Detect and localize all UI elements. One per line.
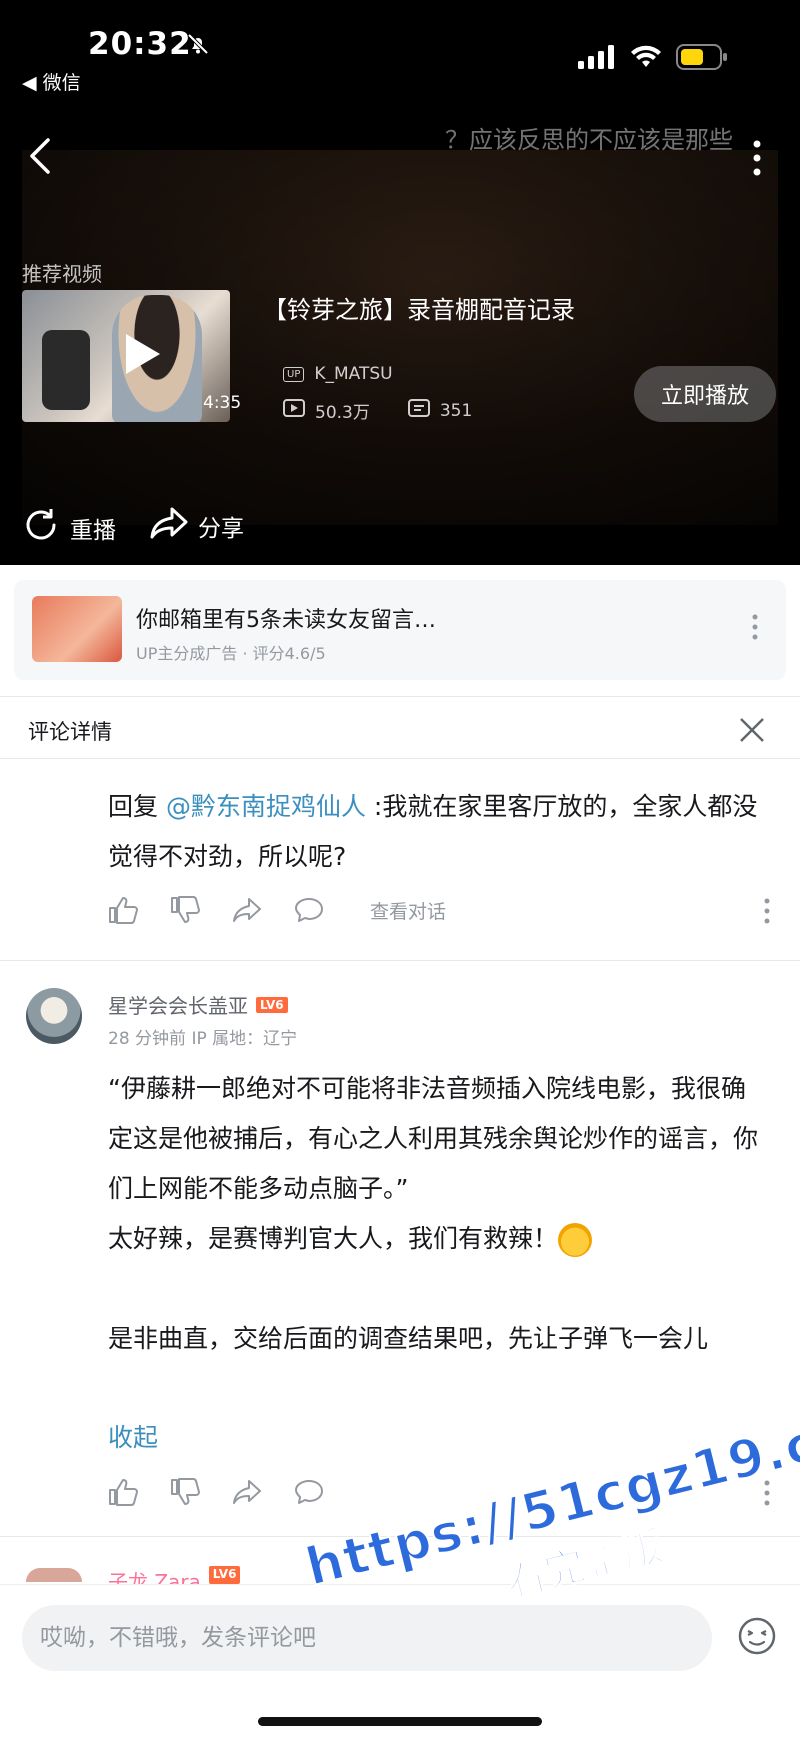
- ad-subtitle: UP主分成广告 · 评分4.6/5: [136, 644, 326, 663]
- comment-author[interactable]: 星学会会长盖亚 LV6: [108, 990, 288, 1019]
- back-chevron-icon[interactable]: [28, 136, 52, 180]
- level-badge: LV6: [256, 996, 288, 1013]
- divider: [0, 696, 800, 697]
- level-badge: LV6: [208, 1566, 241, 1584]
- reply-actions: 查看对话: [108, 896, 446, 924]
- views-icon: [283, 399, 305, 422]
- username: 子龙 Zara: [108, 1570, 201, 1584]
- panel-title: 评论详情: [28, 720, 112, 744]
- avatar[interactable]: [26, 988, 82, 1044]
- ad-thumbnail: [32, 596, 122, 662]
- username: 星学会会长盖亚: [108, 994, 248, 1018]
- share-button[interactable]: 分享: [150, 506, 244, 546]
- comment-line: 是非曲直，交给后面的调查结果吧，先让子弹飞一会儿: [108, 1324, 709, 1353]
- share-label: 分享: [198, 516, 244, 542]
- uploader-name: K_MATSU: [314, 364, 393, 384]
- battery-icon: [676, 44, 728, 74]
- crying-emoji-icon: [558, 1223, 593, 1257]
- more-vertical-icon[interactable]: [752, 140, 762, 180]
- comment-icon[interactable]: [294, 1479, 324, 1505]
- danmaku-icon: [407, 399, 430, 422]
- comment-meta: 28 分钟前 IP 属地：辽宁: [108, 1029, 298, 1049]
- comment-line: 太好辣，是赛博判官大人，我们有救辣！: [108, 1214, 764, 1264]
- status-icons: [578, 44, 728, 74]
- danmaku-count: 351: [439, 400, 473, 421]
- mention-link[interactable]: @黔东南捉鸡仙人: [166, 792, 366, 821]
- cellular-signal-icon: [578, 45, 616, 73]
- divider: [0, 1536, 800, 1537]
- mute-bell-icon: [186, 32, 210, 60]
- wifi-icon: [630, 45, 662, 73]
- view-conversation-link[interactable]: 查看对话: [370, 897, 446, 924]
- comment-icon[interactable]: [294, 897, 324, 923]
- share-icon: [150, 506, 188, 546]
- share-icon[interactable]: [232, 897, 262, 923]
- next-comment-author[interactable]: 子龙 Zara LV6: [108, 1566, 241, 1584]
- like-icon[interactable]: [108, 1478, 138, 1506]
- comment-actions: [108, 1478, 356, 1506]
- recommended-uploader[interactable]: UP K_MATSU: [283, 364, 393, 384]
- comment-body: “伊藤耕一郎绝对不可能将非法音频插入院线电影，我很确定这是他被捕后，有心之人利用…: [108, 1064, 764, 1364]
- replay-label: 重播: [70, 518, 116, 544]
- video-player-area: 20:32 ◀ 微信 ？应该反思的不应该是那些 推荐视频 4:35 【铃芽之旅】…: [0, 0, 800, 565]
- ad-title: 你邮箱里有5条未读女友留言…: [136, 608, 436, 633]
- replay-button[interactable]: 重播: [22, 506, 116, 550]
- recommend-label: 推荐视频: [22, 262, 102, 286]
- collapse-link[interactable]: 收起: [108, 1418, 158, 1454]
- ad-card[interactable]: 你邮箱里有5条未读女友留言… UP主分成广告 · 评分4.6/5: [14, 580, 786, 680]
- home-indicator[interactable]: [258, 1717, 542, 1726]
- recommended-title[interactable]: 【铃芽之旅】录音棚配音记录: [263, 290, 575, 325]
- status-time: 20:32: [88, 26, 192, 62]
- divider: [0, 758, 800, 759]
- comment-input[interactable]: [22, 1605, 712, 1671]
- like-icon[interactable]: [108, 896, 138, 924]
- play-now-button[interactable]: 立即播放: [634, 366, 776, 422]
- watermark-url: https://51cgz19.com: [299, 1390, 800, 1599]
- share-icon[interactable]: [232, 1479, 262, 1505]
- up-badge-icon: UP: [283, 366, 305, 382]
- dislike-icon[interactable]: [170, 896, 200, 924]
- avatar[interactable]: [26, 1568, 82, 1582]
- emoji-icon[interactable]: [737, 1616, 777, 1660]
- divider: [0, 960, 800, 961]
- comment-line-text: 太好辣，是赛博判官大人，我们有救辣！: [108, 1224, 559, 1253]
- views-count: 50.3万: [315, 403, 370, 423]
- video-overlay-title: ？应该反思的不应该是那些: [445, 126, 733, 154]
- comment-input-bar: [0, 1584, 800, 1739]
- comment-line: “伊藤耕一郎绝对不可能将非法音频插入院线电影，我很确定这是他被捕后，有心之人利用…: [108, 1074, 759, 1203]
- ad-more-icon[interactable]: [752, 614, 758, 644]
- reply-prefix: 回复: [108, 792, 166, 821]
- reply-text: 回复 @黔东南捉鸡仙人 :我就在家里客厅放的，全家人都没觉得不对劲，所以呢?: [108, 782, 758, 882]
- back-to-wechat-link[interactable]: ◀ 微信: [22, 68, 81, 95]
- comment-more-icon[interactable]: [764, 1480, 770, 1510]
- replay-icon: [22, 506, 60, 550]
- close-icon[interactable]: [738, 716, 766, 748]
- reply-more-icon[interactable]: [764, 898, 770, 928]
- recommended-duration: 4:35: [203, 393, 242, 413]
- play-icon[interactable]: [122, 332, 162, 380]
- recommended-stats: 50.3万 351: [283, 398, 472, 423]
- dislike-icon[interactable]: [170, 1478, 200, 1506]
